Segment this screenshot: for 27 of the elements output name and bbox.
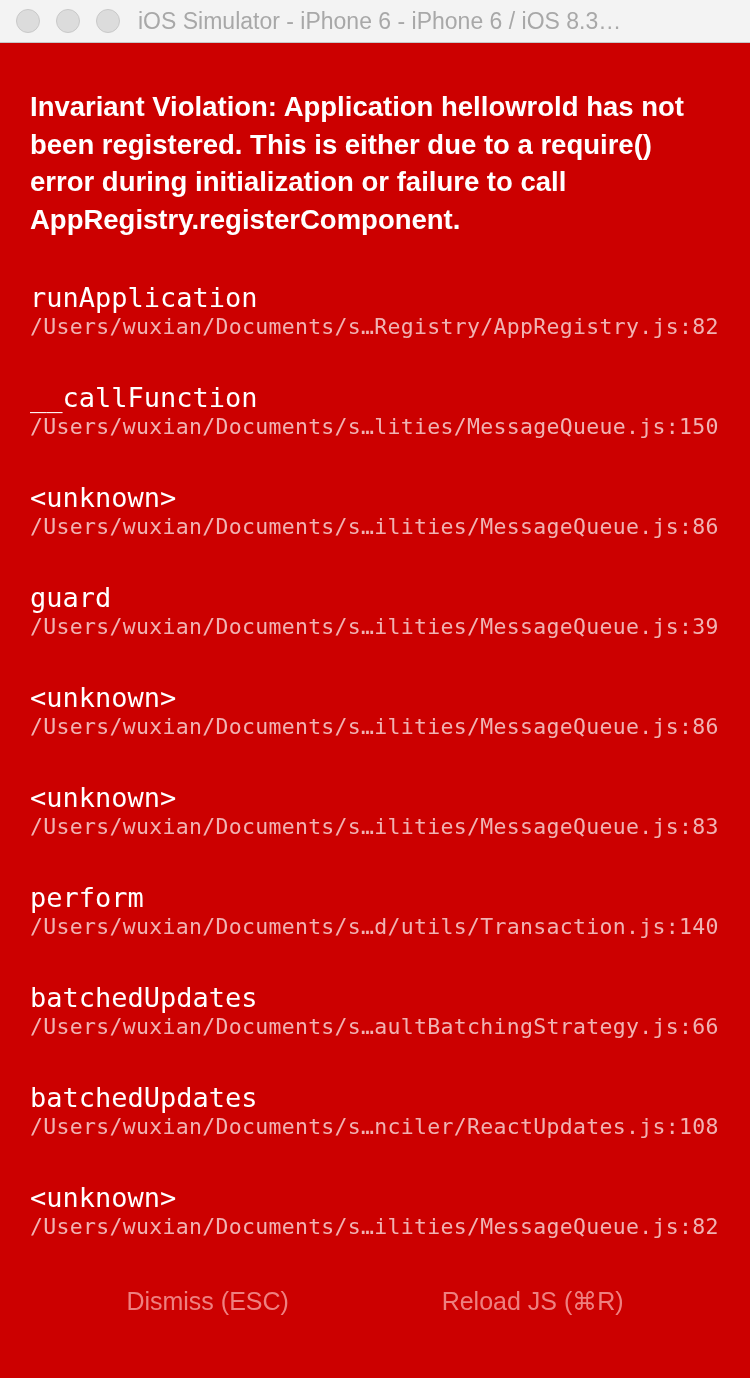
stack-method: batchedUpdates <box>30 982 258 1014</box>
stack-file-path: /Users/wuxian/Documents/s…aultBatchingStrategy.js:66 <box>30 1014 719 1039</box>
stack-file-path: /Users/wuxian/Documents/s…Registry/AppRegistry.js:82 <box>30 314 719 339</box>
stack-file-path: /Users/wuxian/Documents/s…ilities/MessageQueue.js:83 <box>30 814 719 839</box>
stack-file-path: /Users/wuxian/Documents/s…ilities/MessageQueue.js:82 <box>30 1214 719 1239</box>
stack-method: <unknown> <box>30 682 177 714</box>
stack-file-path: /Users/wuxian/Documents/s…lities/MessageQueue.js:150 <box>30 414 719 439</box>
stack-method: <unknown> <box>30 482 177 514</box>
stack-file-path: /Users/wuxian/Documents/s…d/utils/Transaction.js:140 <box>30 914 719 939</box>
close-button[interactable] <box>16 9 40 33</box>
stack-method: batchedUpdates <box>30 1082 258 1114</box>
stack-method: guard <box>30 582 112 614</box>
stack-file-path: /Users/wuxian/Documents/s…ilities/MessageQueue.js:39 <box>30 614 719 639</box>
stack-file-path: /Users/wuxian/Documents/s…ilities/MessageQueue.js:86 <box>30 514 719 539</box>
stack-file-path: /Users/wuxian/Documents/s…ilities/MessageQueue.js:86 <box>30 714 719 739</box>
stack-method: runApplication <box>30 282 258 314</box>
stack-file-path: /Users/wuxian/Documents/s…nciler/ReactUpdates.js:108 <box>30 1114 719 1139</box>
window-title: iOS Simulator - iPhone 6 - iPhone 6 / iOS 8.3… <box>138 7 622 35</box>
error-message: Invariant Violation: Application hellowrold has not been registered. This is either due to a require() error during initialization or failure to call AppRegistry.registerComponent. <box>30 90 685 237</box>
action-button[interactable]: Dismiss (ESC) <box>114 1279 301 1324</box>
stack-method: perform <box>30 882 144 914</box>
action-button[interactable]: Reload JS (⌘R) <box>429 1279 636 1324</box>
stack-method: <unknown> <box>30 782 177 814</box>
stack-method: <unknown> <box>30 1182 177 1214</box>
minimize-button[interactable] <box>56 9 80 33</box>
zoom-button[interactable] <box>96 9 120 33</box>
stack-method: __callFunction <box>30 382 258 414</box>
